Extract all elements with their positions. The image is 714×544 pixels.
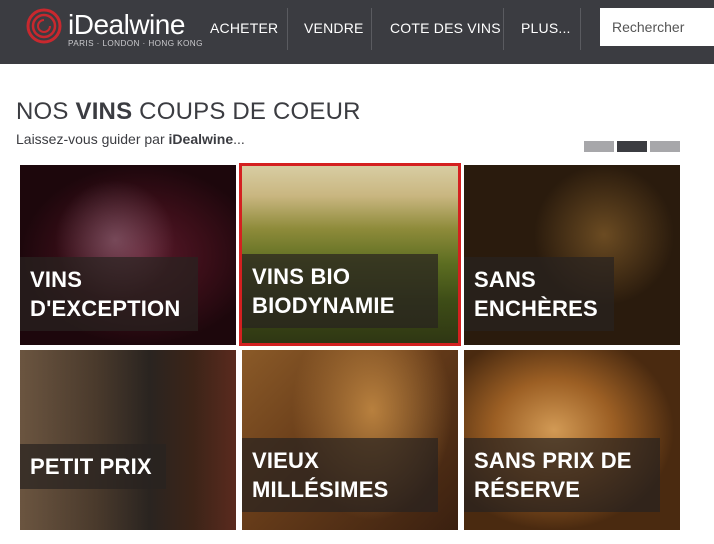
tile-label: PETIT PRIX	[20, 444, 166, 489]
tile-label: SANS PRIX DE RÉSERVE	[464, 438, 660, 512]
section-title-part2: COUPS DE COEUR	[132, 98, 361, 125]
tile-label-line2: D'EXCEPTION	[30, 296, 181, 321]
nav-divider	[371, 8, 372, 50]
subtitle-prefix: Laissez-vous guider par	[16, 131, 169, 147]
nav-vendre[interactable]: VENDRE	[304, 0, 364, 64]
section-title-part1: NOS	[16, 98, 76, 125]
tile-label-line1: SANS	[474, 267, 536, 292]
nav-divider	[503, 8, 504, 50]
logo-swirl-icon	[26, 8, 62, 44]
section-subtitle: Laissez-vous guider par iDealwine...	[16, 131, 245, 147]
tile-label-line1: VIEUX	[252, 448, 320, 473]
pager-dot-2[interactable]	[617, 141, 647, 152]
logo-wordmark: iDealwine	[68, 8, 185, 42]
top-header: iDealwine PARIS · LONDON · HONG KONG ACH…	[0, 0, 714, 64]
idealwine-logo[interactable]: iDealwine PARIS · LONDON · HONG KONG	[26, 8, 206, 56]
pager-dot-1[interactable]	[584, 141, 614, 152]
tile-label-line2: ENCHÈRES	[474, 296, 598, 321]
search-input[interactable]	[600, 8, 714, 46]
nav-acheter[interactable]: ACHETER	[210, 0, 278, 64]
tile-label-line2: RÉSERVE	[474, 477, 581, 502]
nav-plus[interactable]: PLUS...	[521, 0, 571, 64]
tile-label-line1: VINS	[30, 267, 83, 292]
pager-dot-3[interactable]	[650, 141, 680, 152]
tile-label: SANS ENCHÈRES	[464, 257, 614, 331]
tile-vieux-millesimes[interactable]: VIEUX MILLÉSIMES	[242, 350, 458, 530]
section-title-bold: VINS	[75, 98, 133, 125]
tile-image-wine-shop	[20, 350, 236, 530]
section-title: NOS VINS COUPS DE COEUR	[16, 98, 361, 126]
selection-frame	[239, 163, 461, 346]
tile-label-line2: MILLÉSIMES	[252, 477, 389, 502]
tile-vins-exception[interactable]: VINS D'EXCEPTION	[20, 165, 236, 345]
tile-label-line1: SANS PRIX DE	[474, 448, 632, 473]
logo-name: Dealwine	[73, 9, 186, 40]
tile-petit-prix[interactable]: PETIT PRIX	[20, 350, 236, 530]
tile-label-line1: PETIT PRIX	[30, 454, 152, 479]
subtitle-brand: iDealwine	[168, 131, 234, 147]
nav-divider	[580, 8, 581, 50]
tile-sans-encheres[interactable]: SANS ENCHÈRES	[464, 165, 680, 345]
tile-label: VIEUX MILLÉSIMES	[242, 438, 438, 512]
tile-sans-prix-de-reserve[interactable]: SANS PRIX DE RÉSERVE	[464, 350, 680, 530]
nav-divider	[287, 8, 288, 50]
tile-label: VINS D'EXCEPTION	[20, 257, 198, 331]
carousel-pager	[584, 141, 680, 152]
nav-cote-des-vins[interactable]: COTE DES VINS	[390, 0, 501, 64]
tile-vins-bio[interactable]: VINS BIO BIODYNAMIE	[239, 163, 461, 346]
logo-tagline: PARIS · LONDON · HONG KONG	[68, 39, 203, 48]
subtitle-suffix: ...	[233, 131, 245, 147]
